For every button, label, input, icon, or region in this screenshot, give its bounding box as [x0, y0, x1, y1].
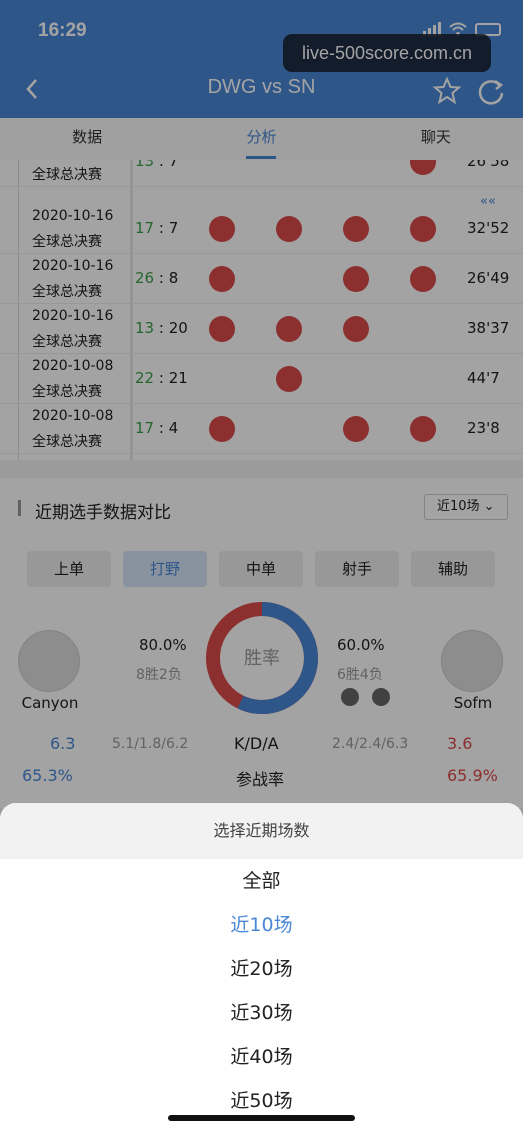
sheet-title: 选择近期场数 — [0, 803, 523, 859]
range-picker-sheet: 选择近期场数 全部 近10场 近20场 近30场 近40场 近50场 — [0, 803, 523, 1133]
home-indicator[interactable] — [168, 1115, 355, 1121]
option-40[interactable]: 近40场 — [0, 1035, 523, 1079]
option-10[interactable]: 近10场 — [0, 903, 523, 947]
option-all[interactable]: 全部 — [0, 859, 523, 903]
option-30[interactable]: 近30场 — [0, 991, 523, 1035]
option-20[interactable]: 近20场 — [0, 947, 523, 991]
